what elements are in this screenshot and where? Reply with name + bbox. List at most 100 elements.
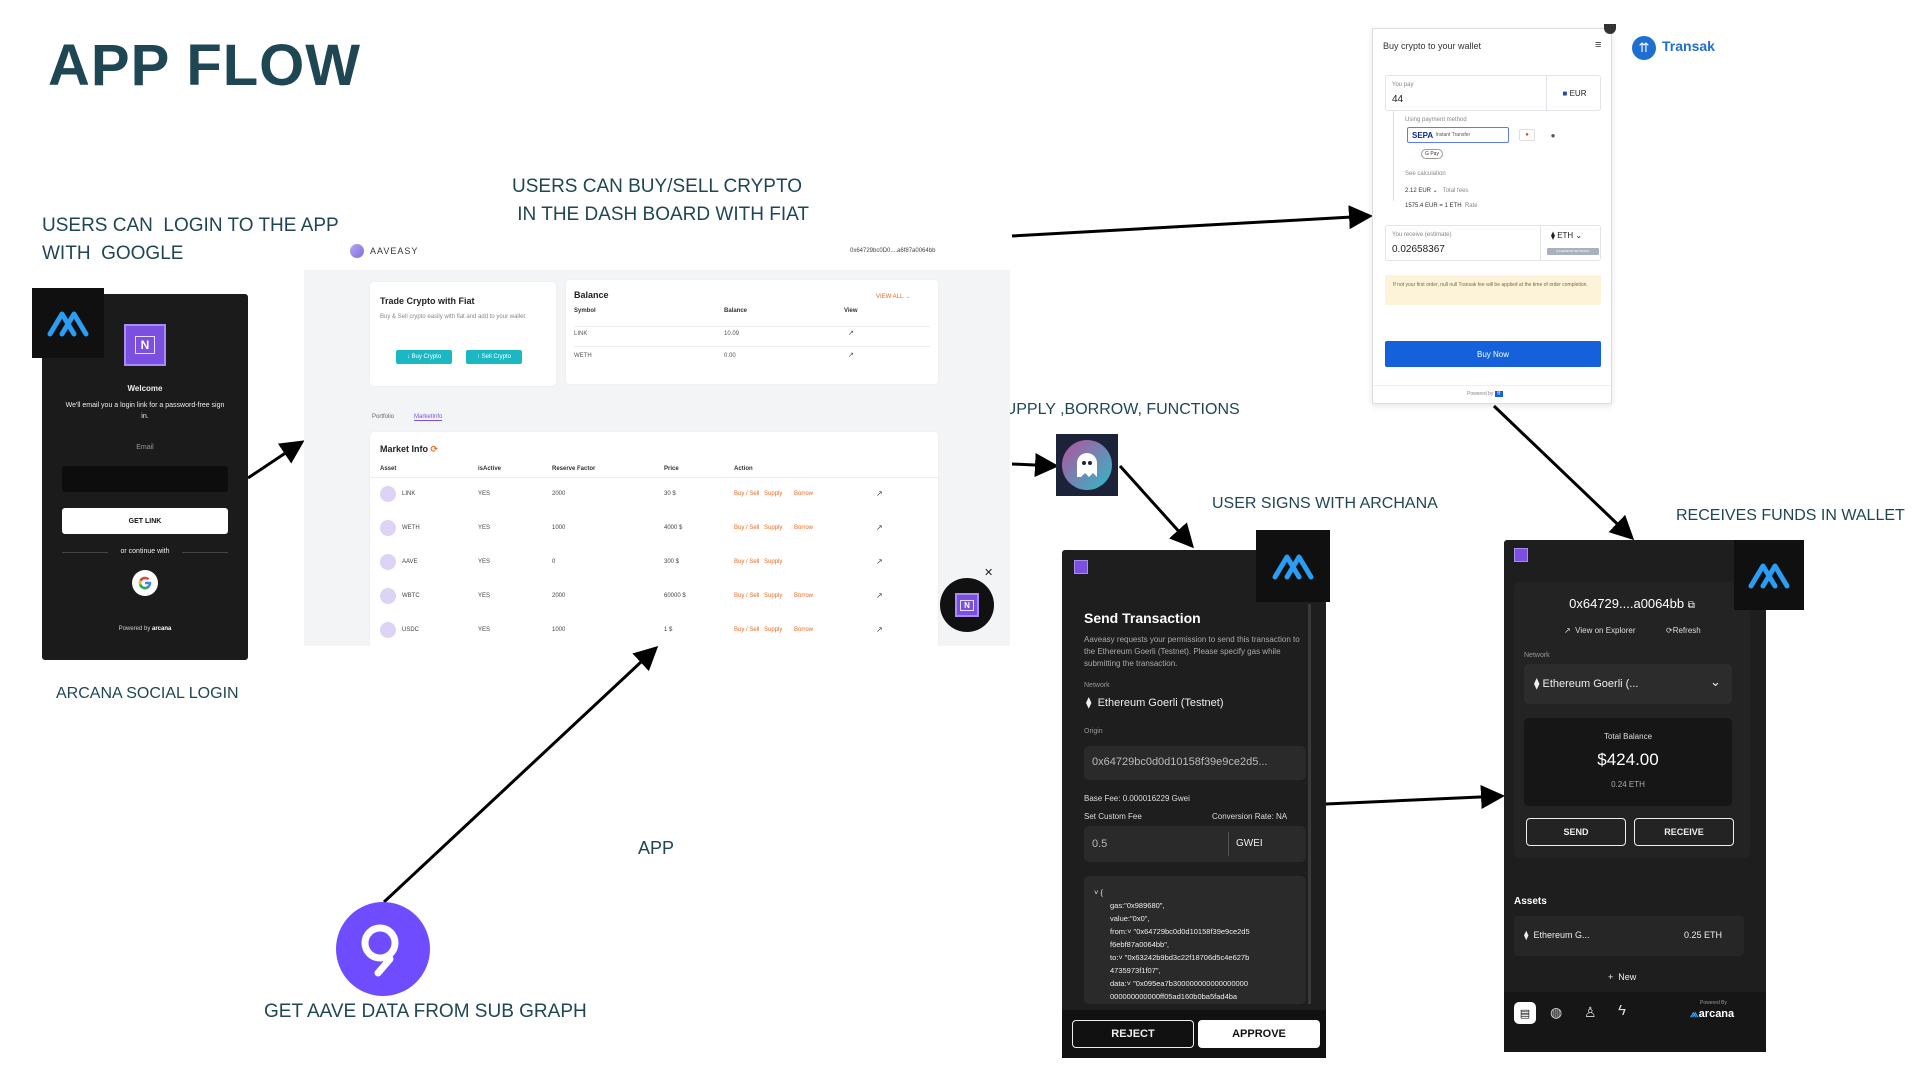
send-button[interactable]: SEND xyxy=(1526,818,1626,846)
borrow-link[interactable]: Borrow xyxy=(794,491,813,497)
market-title: Market Info ⟳ xyxy=(380,444,439,454)
reject-button[interactable]: REJECT xyxy=(1072,1020,1194,1048)
fee-unit: GWEI xyxy=(1236,838,1263,849)
borrow-link[interactable]: Borrow xyxy=(794,593,813,599)
dash-header: AAVEASY 0x64729bc0D0....a6f87a0064bb xyxy=(304,234,1010,270)
external-link-icon[interactable]: ↗ xyxy=(848,351,854,359)
buy-sell-link[interactable]: Buy / Sell xyxy=(734,559,759,565)
arcana-logo-icon xyxy=(1748,563,1790,589)
login-powered: Powered by arcana xyxy=(118,626,172,632)
copy-icon[interactable]: ⧉ xyxy=(1688,600,1695,611)
refresh-button[interactable]: ⟳Refresh xyxy=(1666,626,1701,635)
app-logo: N xyxy=(955,593,979,617)
table-row: LINK YES 2000 30 $ Buy / Sell Supply Borrow ↗ xyxy=(370,480,938,510)
receive-currency-select[interactable]: ⧫ ETH ⌄ ETHEREUM NETWORK xyxy=(1540,226,1602,260)
borrow-link[interactable]: Borrow xyxy=(794,627,813,633)
supply-link[interactable]: Supply xyxy=(764,627,782,633)
external-link-icon[interactable]: ↗ xyxy=(876,523,883,532)
balance-header-row: Symbol Balance View xyxy=(574,308,858,314)
buy-sell-link[interactable]: Buy / Sell xyxy=(734,627,759,633)
origin-field: 0x64729bc0d0d10158f39e9ce2d5... xyxy=(1084,746,1306,780)
card-option-icon[interactable]: ● xyxy=(1519,129,1535,141)
payment-method-label: Using payment method xyxy=(1405,117,1467,123)
view-all-link[interactable]: VIEW ALL → xyxy=(876,294,911,300)
rate-row: 1575.4 EUR = 1 ETH Rate xyxy=(1405,203,1478,209)
wallet-powered: Powered By xyxy=(1700,1000,1727,1006)
supply-link[interactable]: Supply xyxy=(764,559,782,565)
arcana-badge-login xyxy=(32,288,104,358)
tab-portfolio[interactable]: Portfolio xyxy=(372,414,394,420)
supply-link[interactable]: Supply xyxy=(764,525,782,531)
arcana-logo-icon xyxy=(1272,554,1314,580)
asset-row[interactable]: ⧫ Ethereum G... 0.25 ETH xyxy=(1514,916,1744,956)
json-line: value:"0x0", xyxy=(1110,914,1150,923)
aave-ghost-icon xyxy=(1062,440,1112,490)
new-asset-button[interactable]: + New xyxy=(1608,972,1636,982)
get-link-button[interactable]: GET LINK xyxy=(62,508,228,534)
wallet-address-chip[interactable]: 0x64729bc0D0....a6f87a0064bb xyxy=(850,248,935,254)
base-fee: Base Fee: 0.000016229 Gwei xyxy=(1084,794,1190,803)
transak-notice: If not your first order, null null Trans… xyxy=(1385,275,1601,305)
asset-icon xyxy=(380,520,396,536)
balance-row: WETH 0.00 ↗ xyxy=(574,346,930,359)
borrow-link[interactable]: Borrow xyxy=(794,525,813,531)
google-login-button[interactable] xyxy=(132,570,158,596)
send-tx-title: Send Transaction xyxy=(1084,610,1201,626)
network-select[interactable]: ⧫ Ethereum Goerli (... ⌄ xyxy=(1524,664,1732,704)
pay-currency-select[interactable]: ■ EUR xyxy=(1546,76,1602,110)
scrollbar[interactable] xyxy=(1308,604,1311,1004)
asset-icon xyxy=(380,588,396,604)
balance-title: Balance xyxy=(574,290,609,300)
json-line: from:˅ "0x64729bc0d0d10158f39e9ce2d5 xyxy=(1110,927,1250,936)
you-pay-field[interactable]: You pay 44 ■ EUR xyxy=(1385,75,1601,111)
wallet-summary: 0x64729....a0064bb ⧉ ↗ View on Explorer … xyxy=(1514,582,1750,858)
arrow-supply-to-sign xyxy=(1118,464,1195,549)
profile-icon[interactable]: ♙ xyxy=(1584,1004,1597,1021)
send-transaction-panel: Send Transaction Aaveasy requests your p… xyxy=(1062,550,1326,1058)
tab-marketinfo[interactable]: MarketInfo xyxy=(414,414,443,421)
asset-icon xyxy=(380,554,396,570)
market-header-row: Asset isActive Reserve Factor Price Acti… xyxy=(370,466,938,478)
lightning-icon[interactable]: ϟ xyxy=(1618,1002,1626,1019)
buy-crypto-button[interactable]: ↓ Buy Crypto xyxy=(396,350,452,364)
assets-label: Assets xyxy=(1514,896,1547,907)
ethereum-icon: ⧫ xyxy=(1524,930,1529,940)
buy-now-button[interactable]: Buy Now xyxy=(1385,341,1601,367)
supply-link[interactable]: Supply xyxy=(764,593,782,599)
aave-ghost-badge xyxy=(1056,434,1118,496)
view-explorer-link[interactable]: ↗ View on Explorer xyxy=(1564,626,1635,635)
supply-link[interactable]: Supply xyxy=(764,491,782,497)
external-link-icon[interactable]: ↗ xyxy=(876,591,883,600)
gpay-option[interactable]: G Pay xyxy=(1421,149,1443,159)
arrow-subgraph-to-dash xyxy=(382,645,659,904)
custom-fee-input[interactable]: 0.5 GWEI xyxy=(1084,826,1306,862)
approve-button[interactable]: APPROVE xyxy=(1198,1020,1320,1048)
app-logo xyxy=(1514,548,1528,562)
receive-button[interactable]: RECEIVE xyxy=(1634,818,1734,846)
see-calculation-link[interactable]: See calculation xyxy=(1405,171,1446,177)
external-link-icon[interactable]: ↗ xyxy=(876,489,883,498)
external-link-icon[interactable]: ↗ xyxy=(876,625,883,634)
email-input[interactable] xyxy=(62,466,228,492)
buy-sell-link[interactable]: Buy / Sell xyxy=(734,491,759,497)
menu-icon[interactable]: ≡ xyxy=(1595,39,1601,51)
wallet-home-icon[interactable]: ▤ xyxy=(1514,1002,1536,1024)
apple-pay-icon[interactable]: ● xyxy=(1545,129,1561,141)
buy-sell-link[interactable]: Buy / Sell xyxy=(734,525,759,531)
sell-crypto-button[interactable]: ↑ Sell Crypto xyxy=(466,350,522,364)
app-wallet-fab[interactable]: N xyxy=(940,578,994,632)
arrow-sign-to-wallet xyxy=(1325,784,1505,809)
chevron-down-icon: ⌄ xyxy=(1710,674,1721,689)
external-link-icon[interactable]: ↗ xyxy=(848,329,854,337)
tx-json-view: ˅ {gas:"0x989680", value:"0x0", from:˅ "0x… xyxy=(1084,876,1306,1004)
close-icon[interactable]: ✕ xyxy=(984,566,993,579)
buy-sell-link[interactable]: Buy / Sell xyxy=(734,593,759,599)
email-label: Email xyxy=(136,444,154,451)
palette-icon[interactable]: ◍ xyxy=(1550,1004,1562,1021)
table-row: USDC YES 1000 1 $ Buy / Sell Supply Borrow ↗ xyxy=(370,616,938,646)
sepa-option[interactable]: SEPA Instant Transfer xyxy=(1407,127,1509,143)
you-receive-field[interactable]: You receive (estimate) 0.02658367 ⧫ ETH … xyxy=(1385,225,1601,261)
market-info-card: Market Info ⟳ Asset isActive Reserve Fac… xyxy=(370,432,938,646)
external-link-icon[interactable]: ↗ xyxy=(876,557,883,566)
fees-row: 2.12 EUR ⌄ Total fees xyxy=(1405,188,1469,194)
